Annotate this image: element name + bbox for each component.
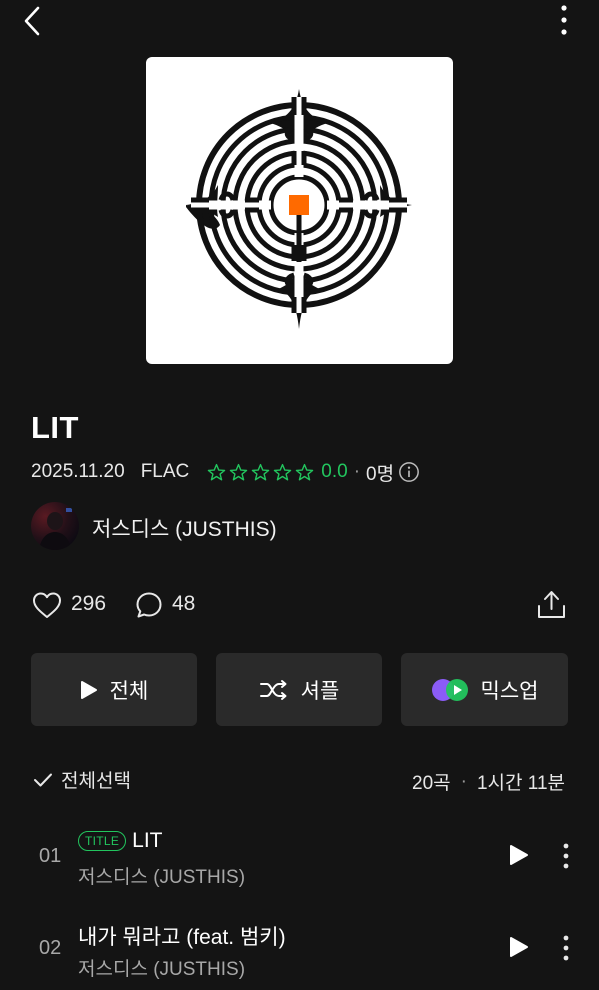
track-title-text: 내가 뭐라고 (feat. 범키): [78, 926, 286, 949]
artist-avatar[interactable]: [31, 502, 79, 550]
play-all-button[interactable]: 전체: [31, 653, 197, 726]
comment-count: 48: [172, 592, 196, 615]
track-title[interactable]: 내가 뭐라고 (feat. 범키): [78, 921, 286, 951]
track-artist[interactable]: 저스디스 (JUSTHIS): [78, 954, 245, 981]
album-cover[interactable]: [146, 57, 453, 364]
track-number: 01: [39, 845, 62, 867]
album-title: LIT: [31, 410, 79, 445]
play-track-icon[interactable]: [508, 935, 530, 959]
back-icon[interactable]: [18, 4, 48, 38]
rating-score: 0.0: [321, 461, 348, 482]
like-count: 296: [71, 592, 107, 615]
star-icon[interactable]: [294, 462, 315, 483]
track-summary: 20곡 · 1시간 11분: [412, 768, 565, 795]
shuffle-icon: [259, 679, 287, 700]
share-icon[interactable]: [535, 588, 568, 621]
rating-stars[interactable]: [206, 462, 315, 483]
star-icon[interactable]: [228, 462, 249, 483]
more-options-icon[interactable]: [552, 2, 576, 38]
check-icon: [34, 773, 52, 786]
play-track-icon[interactable]: [508, 843, 530, 867]
album-meta: 2025.11.20 FLAC 0.0 · 0명: [31, 458, 420, 486]
summary-separator: ·: [460, 770, 467, 792]
play-all-label: 전체: [109, 679, 149, 703]
labyrinth-artwork: [186, 89, 412, 329]
artist-name[interactable]: 저스디스 (JUSTHIS): [92, 513, 277, 543]
track-title-text: LIT: [132, 829, 163, 852]
mixup-icon: [431, 678, 468, 701]
star-icon[interactable]: [272, 462, 293, 483]
shuffle-label: 셔플: [300, 679, 340, 703]
track-title[interactable]: TITLE LIT: [78, 829, 163, 853]
track-more-icon[interactable]: [561, 935, 571, 961]
star-icon[interactable]: [206, 462, 227, 483]
mixup-button[interactable]: 믹스업: [401, 653, 568, 726]
select-all-toggle[interactable]: 전체선택: [33, 766, 131, 793]
track-count: 20곡: [412, 773, 451, 794]
select-all-label: 전체선택: [61, 771, 131, 792]
track-more-icon[interactable]: [561, 843, 571, 869]
star-icon[interactable]: [250, 462, 271, 483]
heart-icon[interactable]: [31, 590, 63, 620]
release-date: 2025.11.20: [31, 461, 125, 482]
meta-separator: ·: [353, 461, 361, 482]
total-duration: 1시간 11분: [476, 773, 565, 794]
shuffle-button[interactable]: 셔플: [216, 653, 382, 726]
cover-accent-square: [289, 195, 309, 215]
track-artist[interactable]: 저스디스 (JUSTHIS): [78, 862, 245, 889]
mixup-label: 믹스업: [480, 679, 539, 703]
comment-icon[interactable]: [134, 590, 164, 620]
play-icon: [80, 680, 97, 699]
track-number: 02: [39, 937, 62, 959]
title-track-badge: TITLE: [78, 831, 127, 851]
info-icon[interactable]: [398, 461, 420, 483]
rating-count: 0명: [366, 463, 395, 485]
audio-format: FLAC: [140, 461, 190, 482]
